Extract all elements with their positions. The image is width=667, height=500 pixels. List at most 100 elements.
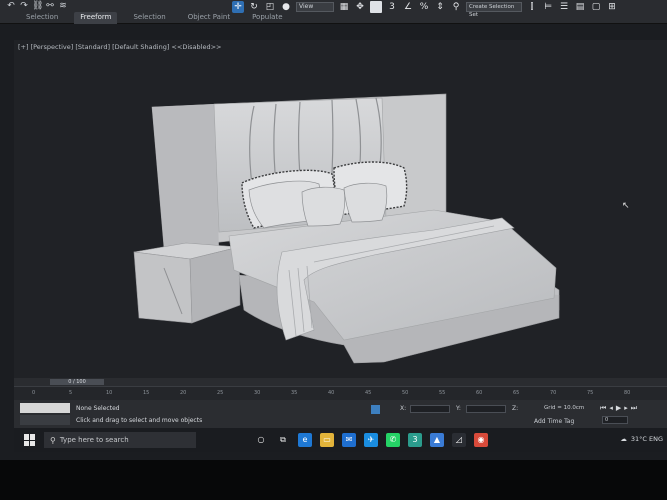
3ds-max-icon[interactable]: 3 xyxy=(408,433,422,447)
bind-spacewarp-icon[interactable]: ≋ xyxy=(58,1,68,11)
whatsapp-icon[interactable]: ✆ xyxy=(386,433,400,447)
photos-icon[interactable]: ▲ xyxy=(430,433,444,447)
cortana-icon[interactable]: ○ xyxy=(254,433,268,447)
tick-label: 55 xyxy=(439,390,446,396)
rotate-icon[interactable]: ↻ xyxy=(248,1,260,13)
tick-label: 35 xyxy=(291,390,298,396)
illustrator-icon[interactable]: ◿ xyxy=(452,433,466,447)
tick-label: 15 xyxy=(143,390,150,396)
coord-y-label: Y: xyxy=(456,405,461,412)
file-explorer-icon[interactable]: ▭ xyxy=(320,433,334,447)
main-toolbar: ↶ ↷ ⛓ ⚯ ≋ Selection Freeform Selection O… xyxy=(0,0,667,24)
toggle-ribbon-icon[interactable]: ▤ xyxy=(574,1,586,13)
ribbon-tabs: Selection Freeform Selection Object Pain… xyxy=(20,12,289,24)
tick-label: 65 xyxy=(513,390,520,396)
tick-label: 5 xyxy=(69,390,73,396)
pillow-small-1 xyxy=(301,186,346,227)
next-frame-icon[interactable]: ▸ xyxy=(624,404,628,413)
redo-icon[interactable]: ↷ xyxy=(19,1,29,11)
coord-x-label: X: xyxy=(400,405,407,412)
bed-3d-model[interactable] xyxy=(14,40,667,380)
windows-taskbar: ⚲ Type here to search ○ ⧉ e ▭ ✉ ✈ ✆ 3 ▲ … xyxy=(14,428,667,452)
tick-label: 20 xyxy=(180,390,187,396)
coord-y-field[interactable] xyxy=(466,405,506,413)
undo-icon[interactable]: ↶ xyxy=(6,1,16,11)
tray-status: 31°C ENG xyxy=(630,435,663,443)
align-icon[interactable]: ⊨ xyxy=(542,1,554,13)
app-icon[interactable]: ✈ xyxy=(364,433,378,447)
snap-3d-icon[interactable]: 3 xyxy=(386,1,398,13)
add-time-tag[interactable]: Add Time Tag xyxy=(534,418,574,425)
tick-label: 25 xyxy=(217,390,224,396)
time-slider-thumb[interactable]: 0 / 100 xyxy=(50,379,104,385)
spinner-snap-icon[interactable]: ⇕ xyxy=(434,1,446,13)
mouse-cursor-icon: ↖ xyxy=(622,201,630,211)
search-icon: ⚲ xyxy=(50,435,56,445)
select-move-icon[interactable]: ✛ xyxy=(232,1,244,13)
tab-freeform[interactable]: Freeform xyxy=(74,12,118,24)
current-frame-field[interactable]: 0 xyxy=(602,416,628,424)
coord-x-field[interactable] xyxy=(410,405,450,413)
tick-label: 75 xyxy=(587,390,594,396)
keyboard-shortcut-icon[interactable] xyxy=(370,1,382,13)
selection-set-dropdown[interactable]: Create Selection Set xyxy=(466,2,522,18)
task-view-icon[interactable]: ⧉ xyxy=(276,433,290,447)
edit-named-selection-icon[interactable]: ⚲ xyxy=(450,1,462,13)
prompt-line: Click and drag to select and move object… xyxy=(76,417,203,424)
toolbar-right: ✛ ↻ ◰ ● View ▦ ✥ 3 ∠ % ⇕ ⚲ Create Select… xyxy=(232,1,618,18)
taskbar-search[interactable]: ⚲ Type here to search xyxy=(44,432,196,448)
track-bar[interactable]: 0 5 10 15 20 25 30 35 40 45 50 55 60 65 … xyxy=(14,386,667,400)
pivot-icon[interactable]: ▦ xyxy=(338,1,350,13)
taskbar-apps: ○ ⧉ e ▭ ✉ ✈ ✆ 3 ▲ ◿ ◉ xyxy=(254,433,488,447)
tick-label: 50 xyxy=(402,390,409,396)
weather-icon[interactable]: ☁ xyxy=(620,435,627,443)
chrome-icon[interactable]: ◉ xyxy=(474,433,488,447)
mirror-icon[interactable]: ⫿ xyxy=(526,1,538,13)
curve-editor-icon[interactable]: ▢ xyxy=(590,1,602,13)
maxscript-output[interactable] xyxy=(20,415,70,425)
go-to-start-icon[interactable]: ⏮ xyxy=(600,404,606,413)
link-icon[interactable]: ⛓ xyxy=(32,1,43,11)
play-icon[interactable]: ▶ xyxy=(616,404,621,413)
tick-label: 80 xyxy=(624,390,631,396)
go-to-end-icon[interactable]: ⏭ xyxy=(631,404,637,413)
tick-label: 10 xyxy=(106,390,113,396)
tick-label: 40 xyxy=(328,390,335,396)
nightstand-front xyxy=(133,251,193,324)
tick-label: 45 xyxy=(365,390,372,396)
tick-label: 60 xyxy=(476,390,483,396)
percent-snap-icon[interactable]: % xyxy=(418,1,430,13)
select-manipulate-icon[interactable]: ✥ xyxy=(354,1,366,13)
toolbar-left-icons: ↶ ↷ ⛓ ⚯ ≋ xyxy=(6,1,68,11)
tab-populate[interactable]: Populate xyxy=(246,12,288,24)
tab-selection-2[interactable]: Selection xyxy=(127,12,171,24)
monitor-screen: ↶ ↷ ⛓ ⚯ ≋ Selection Freeform Selection O… xyxy=(0,0,667,460)
time-slider[interactable]: 0 / 100 xyxy=(14,378,667,386)
scale-icon[interactable]: ◰ xyxy=(264,1,276,13)
tab-object-paint[interactable]: Object Paint xyxy=(182,12,236,24)
selection-lock-icon[interactable] xyxy=(371,405,380,414)
layer-explorer-icon[interactable]: ☰ xyxy=(558,1,570,13)
system-tray: ☁ 31°C ENG xyxy=(620,435,663,443)
reference-coordinate-dropdown[interactable]: View xyxy=(296,2,334,12)
placement-icon[interactable]: ● xyxy=(280,1,292,13)
previous-frame-icon[interactable]: ◂ xyxy=(609,404,613,413)
angle-snap-icon[interactable]: ∠ xyxy=(402,1,414,13)
selection-status: None Selected xyxy=(76,405,120,412)
pillow-small-2 xyxy=(343,182,388,223)
search-placeholder: Type here to search xyxy=(59,436,129,444)
mail-icon[interactable]: ✉ xyxy=(342,433,356,447)
perspective-viewport[interactable]: [+] [Perspective] [Standard] [Default Sh… xyxy=(14,40,667,380)
coord-z-label: Z: xyxy=(512,405,519,412)
edge-icon[interactable]: e xyxy=(298,433,312,447)
tick-label: 70 xyxy=(550,390,557,396)
status-bar: None Selected Click and drag to select a… xyxy=(14,400,667,428)
tick-label: 30 xyxy=(254,390,261,396)
grid-size: Grid = 10.0cm xyxy=(544,405,585,411)
unlink-icon[interactable]: ⚯ xyxy=(45,1,55,11)
windows-start-icon[interactable] xyxy=(24,434,36,446)
maxscript-listener-input[interactable] xyxy=(20,403,70,413)
schematic-view-icon[interactable]: ⊞ xyxy=(606,1,618,13)
tick-label: 0 xyxy=(32,390,36,396)
tab-selection[interactable]: Selection xyxy=(20,12,64,24)
